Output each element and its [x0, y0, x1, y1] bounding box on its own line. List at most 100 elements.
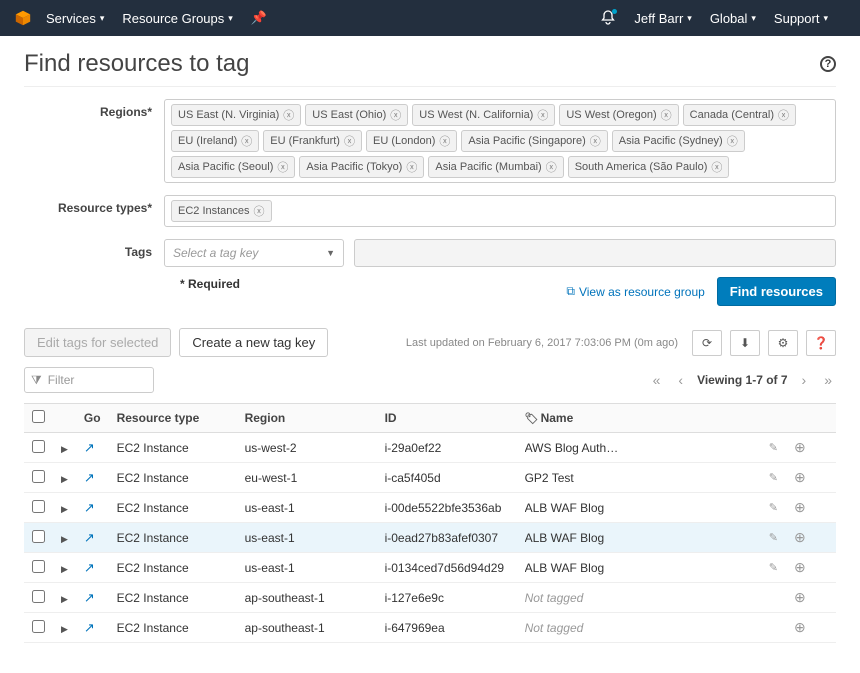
row-checkbox[interactable] [32, 530, 45, 543]
chip-remove-icon[interactable]: ⓧ [778, 107, 789, 123]
caret-down-icon: ▾ [823, 13, 828, 24]
expand-row-icon[interactable]: ▶ [61, 504, 68, 514]
pin-icon[interactable]: 📌 [251, 10, 267, 26]
nav-region-label: Global [710, 11, 748, 26]
cell-id: i-647969ea [377, 613, 517, 643]
tag-value-input[interactable] [354, 239, 836, 267]
chip-remove-icon[interactable]: ⓧ [727, 133, 738, 149]
filter-input[interactable]: ⧩ Filter [24, 367, 154, 393]
chip-remove-icon[interactable]: ⓧ [241, 133, 252, 149]
add-tag-icon[interactable]: ⊕ [794, 499, 806, 515]
regions-input[interactable]: US East (N. Virginia)ⓧUS East (Ohio)ⓧUS … [164, 99, 836, 183]
open-resource-icon[interactable]: ↗ [84, 620, 95, 635]
expand-row-icon[interactable]: ▶ [61, 594, 68, 604]
chip-remove-icon[interactable]: ⓧ [406, 159, 417, 175]
region-chip: South America (São Paulo)ⓧ [568, 156, 730, 178]
page-first-button[interactable]: « [649, 372, 665, 388]
row-checkbox[interactable] [32, 590, 45, 603]
help-icon[interactable]: ? [820, 56, 836, 72]
page-prev-button[interactable]: ‹ [674, 372, 687, 388]
chip-remove-icon[interactable]: ⓧ [439, 133, 450, 149]
edit-tag-icon[interactable]: ✎ [769, 561, 778, 574]
select-all-checkbox[interactable] [32, 410, 45, 423]
open-resource-icon[interactable]: ↗ [84, 590, 95, 605]
row-checkbox[interactable] [32, 620, 45, 633]
add-tag-icon[interactable]: ⊕ [794, 559, 806, 575]
cell-region: eu-west-1 [237, 463, 377, 493]
cell-id: i-127e6e9c [377, 583, 517, 613]
add-tag-icon[interactable]: ⊕ [794, 439, 806, 455]
expand-row-icon[interactable]: ▶ [61, 624, 68, 634]
chip-remove-icon[interactable]: ⓧ [537, 107, 548, 123]
expand-row-icon[interactable]: ▶ [61, 534, 68, 544]
edit-tag-icon[interactable]: ✎ [769, 441, 778, 454]
open-resource-icon[interactable]: ↗ [84, 530, 95, 545]
nav-support-label: Support [774, 11, 820, 26]
nav-resource-groups[interactable]: Resource Groups▾ [122, 11, 232, 26]
row-checkbox[interactable] [32, 440, 45, 453]
chip-label: Canada (Central) [690, 109, 774, 121]
col-type[interactable]: Resource type [109, 404, 237, 433]
toolbar-help-button[interactable]: ❓ [806, 330, 836, 356]
open-resource-icon[interactable]: ↗ [84, 560, 95, 575]
table-row: ▶↗EC2 Instanceus-east-1i-0ead27b83afef03… [24, 523, 836, 553]
chip-remove-icon[interactable]: ⓧ [277, 159, 288, 175]
chip-remove-icon[interactable]: ⓧ [661, 107, 672, 123]
cell-type: EC2 Instance [109, 613, 237, 643]
open-resource-icon[interactable]: ↗ [84, 470, 95, 485]
nav-services[interactable]: Services▾ [46, 11, 104, 26]
refresh-button[interactable]: ⟳ [692, 330, 722, 356]
col-region[interactable]: Region [237, 404, 377, 433]
nav-region[interactable]: Global▾ [710, 11, 756, 26]
table-row: ▶↗EC2 Instanceap-southeast-1i-647969eaNo… [24, 613, 836, 643]
edit-tags-button: Edit tags for selected [24, 328, 171, 357]
tag-key-select[interactable]: Select a tag key ▼ [164, 239, 344, 267]
region-chip: Asia Pacific (Mumbai)ⓧ [428, 156, 563, 178]
row-checkbox[interactable] [32, 470, 45, 483]
expand-row-icon[interactable]: ▶ [61, 444, 68, 454]
chip-remove-icon[interactable]: ⓧ [390, 107, 401, 123]
page-last-button[interactable]: » [820, 372, 836, 388]
region-chip: US East (Ohio)ⓧ [305, 104, 408, 126]
expand-row-icon[interactable]: ▶ [61, 474, 68, 484]
download-button[interactable]: ⬇ [730, 330, 760, 356]
chip-label: US West (Oregon) [566, 109, 656, 121]
cell-id: i-29a0ef22 [377, 433, 517, 463]
chip-remove-icon[interactable]: ⓧ [546, 159, 557, 175]
open-resource-icon[interactable]: ↗ [84, 500, 95, 515]
col-go: Go [76, 404, 109, 433]
chip-remove-icon[interactable]: ⓧ [711, 159, 722, 175]
chip-remove-icon[interactable]: ⓧ [254, 203, 265, 219]
resource-types-input[interactable]: EC2 Instancesⓧ [164, 195, 836, 227]
nav-services-label: Services [46, 11, 96, 26]
notification-dot-icon [612, 9, 617, 14]
find-resources-button[interactable]: Find resources [717, 277, 836, 306]
create-tag-key-button[interactable]: Create a new tag key [179, 328, 328, 357]
page-next-button[interactable]: › [798, 372, 811, 388]
open-resource-icon[interactable]: ↗ [84, 440, 95, 455]
expand-row-icon[interactable]: ▶ [61, 564, 68, 574]
edit-tag-icon[interactable]: ✎ [769, 531, 778, 544]
row-checkbox[interactable] [32, 500, 45, 513]
edit-tag-icon[interactable]: ✎ [769, 471, 778, 484]
notifications-icon[interactable] [600, 10, 616, 26]
settings-button[interactable]: ⚙ [768, 330, 798, 356]
chip-remove-icon[interactable]: ⓧ [283, 107, 294, 123]
chip-remove-icon[interactable]: ⓧ [590, 133, 601, 149]
aws-cube-icon[interactable] [14, 9, 32, 27]
add-tag-icon[interactable]: ⊕ [794, 469, 806, 485]
add-tag-icon[interactable]: ⊕ [794, 619, 806, 635]
view-as-resource-group-link[interactable]: ⧉ View as resource group [566, 277, 704, 306]
row-checkbox[interactable] [32, 560, 45, 573]
nav-resource-groups-label: Resource Groups [122, 11, 224, 26]
chip-label: US East (N. Virginia) [178, 109, 279, 121]
chip-remove-icon[interactable]: ⓧ [344, 133, 355, 149]
region-chip: Asia Pacific (Tokyo)ⓧ [299, 156, 424, 178]
nav-user[interactable]: Jeff Barr▾ [634, 11, 691, 26]
col-id[interactable]: ID [377, 404, 517, 433]
add-tag-icon[interactable]: ⊕ [794, 589, 806, 605]
col-name[interactable]: 🏷Name [517, 404, 786, 433]
nav-support[interactable]: Support▾ [774, 11, 828, 26]
add-tag-icon[interactable]: ⊕ [794, 529, 806, 545]
edit-tag-icon[interactable]: ✎ [769, 501, 778, 514]
